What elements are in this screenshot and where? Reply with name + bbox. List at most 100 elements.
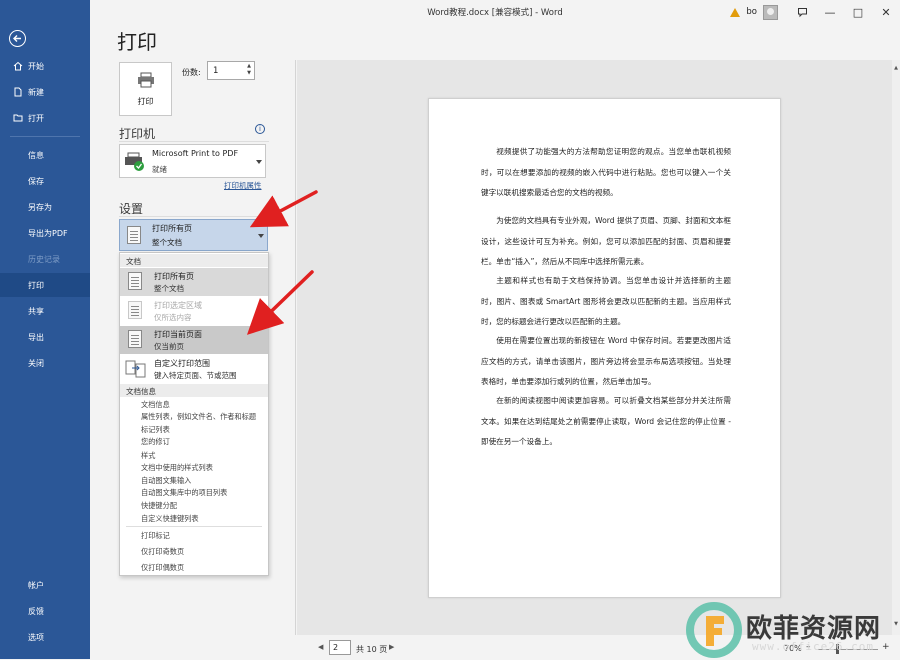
option-print-selection: 打印选定区域 仅所选内容 — [120, 297, 268, 325]
preview-page: 视频提供了功能强大的方法帮助您证明您的观点。当您单击联机视频时，可以在想要添加的… — [428, 98, 781, 598]
selection-icon — [128, 301, 142, 319]
nav-save[interactable]: 保存 — [0, 169, 90, 193]
printer-icon — [137, 72, 155, 90]
print-range-value: 打印所有页 — [152, 224, 192, 233]
chevron-down-icon — [258, 234, 264, 238]
option-title: 打印所有页 — [154, 272, 194, 281]
doc-paragraph: 视频提供了功能强大的方法帮助您证明您的观点。当您单击联机视频时，可以在想要添加的… — [481, 147, 731, 197]
new-doc-icon — [12, 86, 24, 98]
nav-info[interactable]: 信息 — [0, 143, 90, 167]
folder-open-icon — [12, 112, 24, 124]
nav-export[interactable]: 导出 — [0, 325, 90, 349]
doc-paragraph: 使用在需要位置出现的新按钮在 Word 中保存时间。若要更改图片适应文档的方式，… — [481, 336, 731, 386]
nav-print[interactable]: 打印 — [0, 273, 90, 297]
option-custom-range[interactable]: 自定义打印范围 键入特定页面、节或范围 — [120, 355, 268, 383]
office-logo-icon — [686, 602, 742, 660]
nav-export-pdf[interactable]: 导出为PDF — [0, 221, 90, 245]
print-button-label: 打印 — [137, 96, 154, 106]
option-print-markup[interactable]: 打印标记 — [141, 531, 170, 540]
option-desc: 仅当前页 — [154, 342, 184, 351]
sidebar-divider — [10, 136, 80, 137]
watermark-url: www.office26.com — [752, 640, 874, 653]
doc-paragraph: 主题和样式也有助于文档保持协调。当您单击设计并选择新的主题时，图片、图表或 Sm… — [481, 276, 731, 326]
settings-heading: 设置 — [119, 202, 144, 216]
option-markup-list[interactable]: 标记列表 — [141, 425, 170, 434]
maximize-button[interactable]: □ — [844, 0, 872, 24]
avatar[interactable] — [763, 4, 778, 20]
option-desc: 自定义快捷键列表 — [141, 514, 199, 523]
nav-open[interactable]: 打开 — [0, 106, 90, 130]
dropdown-section-document: 文档 — [120, 254, 268, 267]
next-page-icon[interactable]: ▶ — [389, 643, 394, 651]
prev-page-icon[interactable]: ◀ — [318, 643, 323, 651]
nav-history: 历史记录 — [28, 254, 60, 264]
page-total: 共 10 页 — [356, 645, 388, 654]
option-desc: 键入特定页面、节或范围 — [154, 371, 237, 380]
minimize-button[interactable]: — — [816, 0, 844, 24]
dropdown-divider — [126, 526, 262, 527]
nav-new[interactable]: 新建 — [0, 80, 90, 104]
option-key-assignments[interactable]: 快捷键分配 — [141, 501, 177, 510]
printer-name: Microsoft Print to PDF — [152, 149, 239, 158]
option-desc: 自动图文集库中的项目列表 — [141, 488, 228, 497]
printer-device-icon — [124, 152, 146, 174]
nav-feedback[interactable]: 反馈 — [0, 599, 90, 623]
preview-scrollbar[interactable]: ▲ ▼ — [892, 60, 900, 635]
option-print-current-page[interactable]: 打印当前页面 仅当前页 — [120, 326, 268, 354]
home-icon — [12, 60, 24, 72]
copies-input[interactable]: 1 ▲ ▼ — [207, 61, 255, 80]
option-odd-pages[interactable]: 仅打印奇数页 — [141, 547, 184, 556]
all-pages-icon — [128, 272, 142, 290]
back-arrow-icon[interactable] — [9, 30, 26, 47]
warning-icon[interactable] — [730, 7, 741, 17]
custom-range-icon — [125, 359, 147, 381]
printer-select[interactable]: Microsoft Print to PDF 就绪 — [119, 144, 266, 178]
nav-share[interactable]: 共享 — [0, 299, 90, 323]
print-range-select[interactable]: 打印所有页 整个文档 — [119, 219, 268, 251]
option-even-pages[interactable]: 仅打印偶数页 — [141, 563, 184, 572]
dropdown-section-doc-info: 文档信息 — [120, 384, 268, 397]
nav-save-as[interactable]: 另存为 — [0, 195, 90, 219]
printer-status: 就绪 — [152, 165, 167, 174]
option-desc: 整个文档 — [154, 284, 184, 293]
copies-spinner[interactable]: ▲ ▼ — [245, 63, 253, 78]
current-page-icon — [128, 330, 142, 348]
print-button[interactable]: 打印 — [119, 62, 172, 116]
chevron-down-icon — [256, 160, 262, 164]
page-number-input[interactable]: 2 — [329, 640, 351, 655]
nav-home[interactable]: 开始 — [0, 54, 90, 78]
close-button[interactable]: ✕ — [872, 0, 900, 24]
print-range-dropdown: 文档 打印所有页 整个文档 打印选定区域 仅所选内容 打印当前页面 仅当前页 自… — [119, 252, 269, 576]
option-desc: 文档中使用的样式列表 — [141, 463, 213, 472]
printer-properties-link[interactable]: 打印机属性 — [224, 180, 262, 191]
copies-label: 份数: — [182, 68, 201, 77]
user-name[interactable]: bo — [746, 7, 757, 17]
info-icon[interactable]: i — [255, 124, 265, 134]
option-title: 打印当前页面 — [154, 330, 202, 339]
copies-value: 1 — [213, 66, 219, 76]
option-desc: 属性列表，例如文件名、作者和标题 — [141, 412, 257, 421]
comment-icon[interactable] — [788, 0, 816, 24]
printer-heading: 打印机 — [119, 127, 156, 141]
option-autotext[interactable]: 自动图文集输入 — [141, 476, 191, 485]
option-title: 打印选定区域 — [154, 301, 202, 310]
scroll-up-icon[interactable]: ▲ — [892, 64, 900, 72]
nav-account[interactable]: 帐户 — [0, 573, 90, 597]
option-title: 自定义打印范围 — [154, 359, 210, 368]
nav-options[interactable]: 选项 — [0, 625, 90, 649]
doc-paragraph: 在新的阅读视图中阅读更加容易。可以折叠文档某些部分并关注所需文本。如果在达到结尾… — [481, 396, 731, 446]
doc-paragraph: 为使您的文档具有专业外观，Word 提供了页眉、页脚、封面和文本框设计，这些设计… — [481, 216, 731, 266]
option-print-all-pages[interactable]: 打印所有页 整个文档 — [120, 268, 268, 296]
option-doc-info[interactable]: 文档信息 — [141, 400, 170, 409]
nav-label: 开始 — [28, 61, 44, 71]
nav-label: 打开 — [28, 113, 44, 123]
panel-divider — [295, 60, 296, 635]
option-styles[interactable]: 样式 — [141, 451, 155, 460]
settings-heading-rule — [119, 216, 269, 217]
nav-label: 新建 — [28, 87, 44, 97]
page-number-value: 2 — [333, 643, 339, 652]
option-desc: 您的修订 — [141, 437, 170, 446]
all-pages-icon — [127, 226, 141, 244]
nav-close[interactable]: 关闭 — [0, 351, 90, 375]
option-desc: 仅所选内容 — [154, 313, 192, 322]
